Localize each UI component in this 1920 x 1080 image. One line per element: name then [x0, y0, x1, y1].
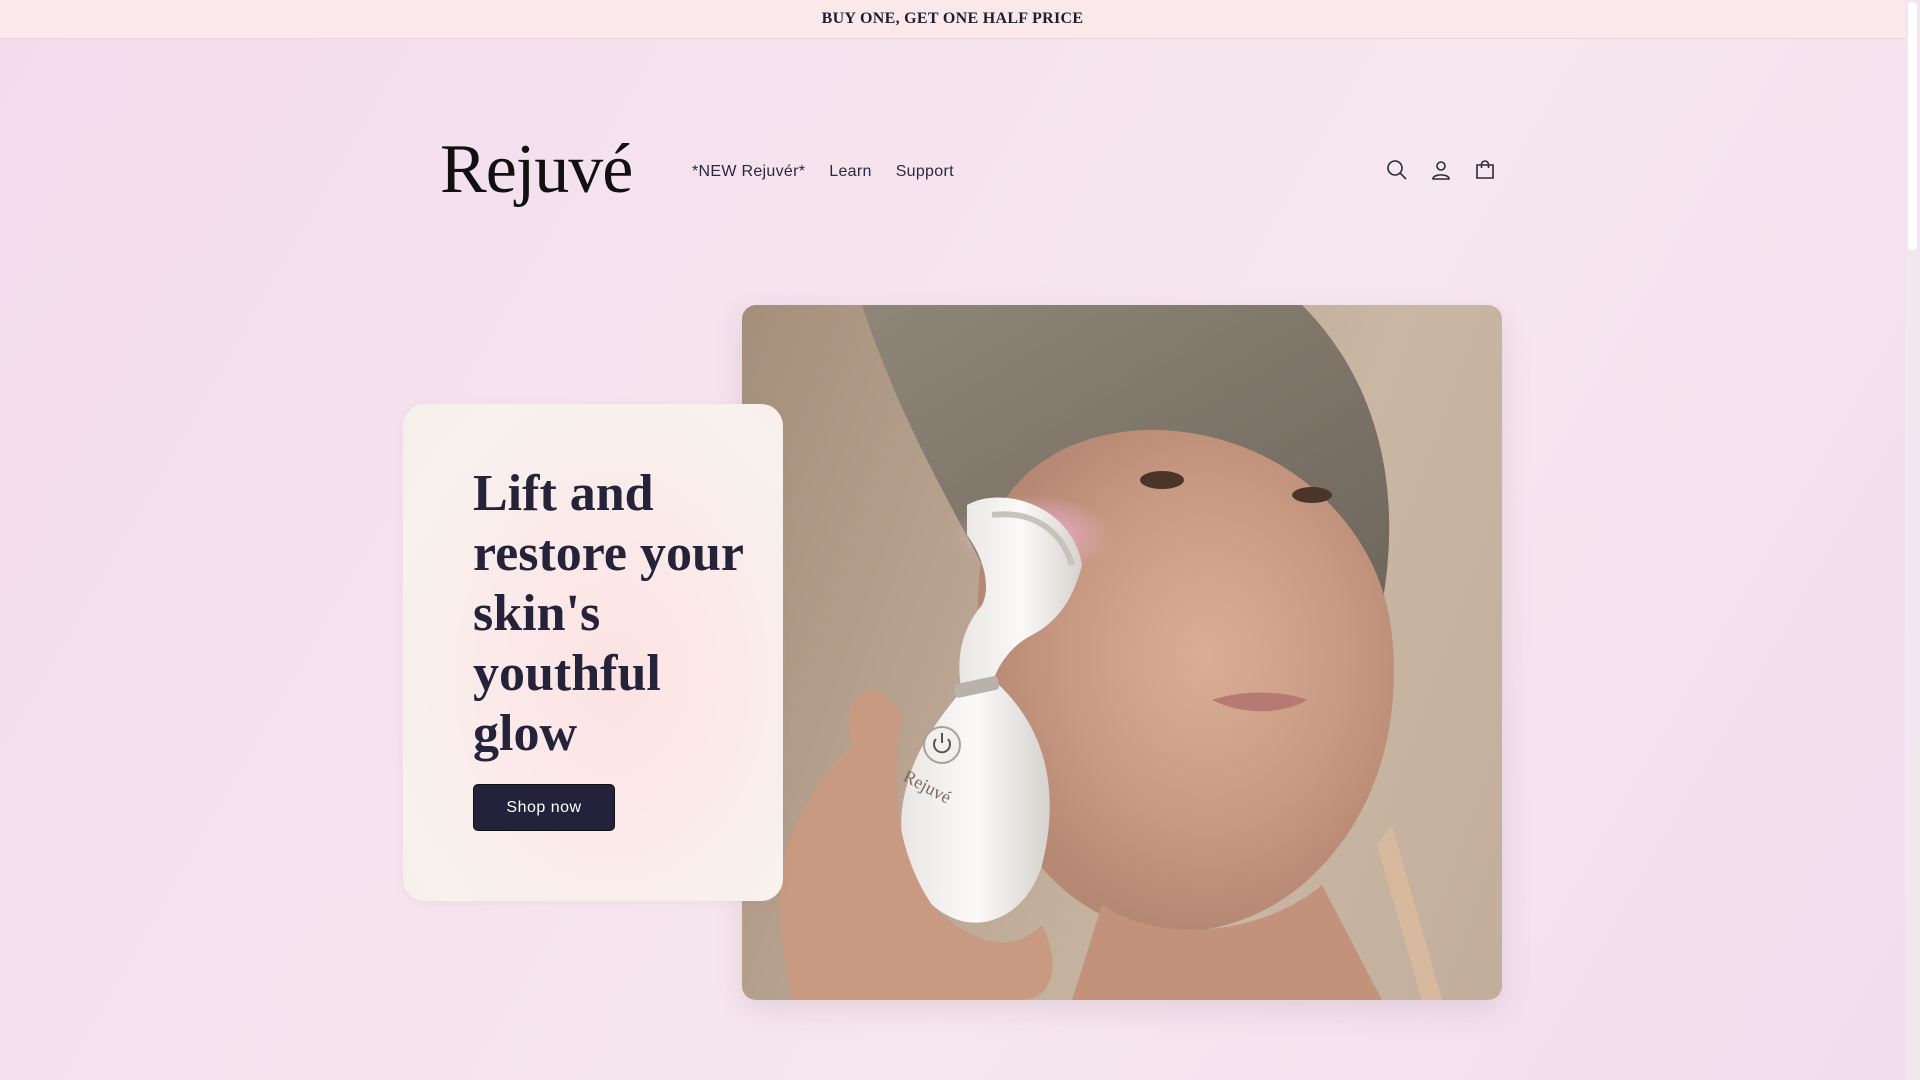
hero-card: Lift and restore your skin's youthful gl… [403, 404, 783, 901]
site-header: Rejuvé *NEW Rejuvér* Learn Support [0, 40, 1905, 305]
announcement-bar: BUY ONE, GET ONE HALF PRICE [0, 0, 1905, 39]
strap-shape [1377, 825, 1442, 1000]
announcement-text: BUY ONE, GET ONE HALF PRICE [821, 10, 1084, 27]
header-actions [1375, 148, 1507, 192]
shop-now-button[interactable]: Shop now [473, 784, 615, 831]
hero-title: Lift and restore your skin's youthful gl… [473, 465, 744, 762]
nav-item-new-rejuver[interactable]: *NEW Rejuvér* [692, 163, 817, 181]
account-icon[interactable] [1419, 148, 1463, 192]
main-nav: *NEW Rejuvér* Learn Support [692, 163, 966, 181]
scrollbar[interactable] [1905, 0, 1920, 1080]
nav-item-support[interactable]: Support [884, 163, 966, 181]
brand-logo[interactable]: Rejuvé [440, 135, 633, 205]
cart-icon[interactable] [1463, 148, 1507, 192]
nav-item-learn[interactable]: Learn [817, 163, 883, 181]
search-icon[interactable] [1375, 148, 1419, 192]
scrollbar-thumb[interactable] [1908, 2, 1917, 250]
hero-product-image: Rejuvé [742, 305, 1502, 1000]
